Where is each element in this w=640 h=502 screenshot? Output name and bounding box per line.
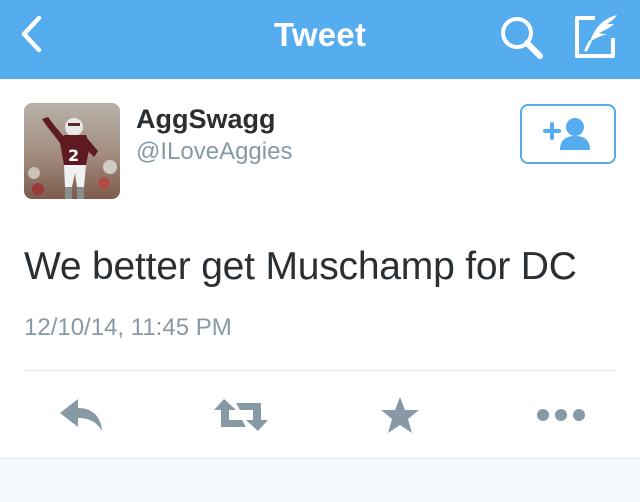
tweet-timestamp: 12/10/14, 11:45 PM xyxy=(24,314,232,341)
author-handle: @ILoveAggies xyxy=(136,138,293,165)
reply-button[interactable] xyxy=(56,392,108,438)
divider xyxy=(24,370,616,371)
avatar-image: 2 xyxy=(24,103,120,199)
search-icon xyxy=(501,17,543,59)
avatar[interactable]: 2 xyxy=(24,103,120,199)
reply-icon xyxy=(60,399,102,431)
retweet-icon xyxy=(214,399,268,431)
favorite-button[interactable] xyxy=(376,392,424,438)
navigation-bar: Tweet xyxy=(0,0,640,79)
svg-text:2: 2 xyxy=(68,146,79,165)
compose-icon xyxy=(575,15,617,58)
bottom-area xyxy=(0,458,640,502)
compose-button[interactable] xyxy=(571,12,621,60)
more-button[interactable] xyxy=(534,392,588,438)
author-name[interactable]: AggSwagg xyxy=(136,104,276,135)
add-user-icon xyxy=(543,118,590,150)
search-button[interactable] xyxy=(498,14,546,60)
follow-button[interactable] xyxy=(520,104,616,164)
star-icon xyxy=(381,397,419,433)
retweet-button[interactable] xyxy=(212,392,270,438)
tweet-text: We better get Muschamp for DC xyxy=(24,245,577,288)
more-icon xyxy=(537,409,585,421)
